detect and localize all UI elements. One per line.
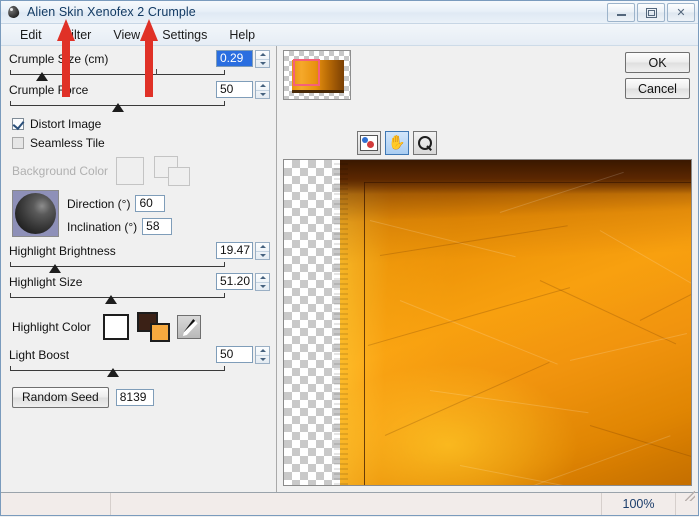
highlight-size-spinner[interactable] (255, 273, 270, 291)
crumple-size-slider[interactable] (10, 67, 225, 81)
highlight-size-input[interactable]: 51.20 (216, 273, 253, 290)
crumple-force-input[interactable]: 50 (216, 81, 253, 98)
crumple-size-spin-up[interactable] (256, 51, 269, 60)
highlight-brightness-slider-thumb[interactable] (49, 264, 62, 273)
app-icon (6, 4, 22, 20)
window-title: Alien Skin Xenofex 2 Crumple (27, 5, 196, 19)
highlight-brightness-input[interactable]: 19.47 (216, 242, 253, 259)
eyedropper-icon[interactable] (176, 315, 201, 339)
navigator-thumbnail[interactable] (283, 50, 351, 100)
light-boost-input[interactable]: 50 (216, 346, 253, 363)
minimize-button[interactable] (607, 3, 635, 22)
control-seamless-tile[interactable]: Seamless Tile (12, 136, 270, 150)
status-bar: 100% (1, 491, 698, 515)
highlight-brightness-spinner[interactable] (255, 242, 270, 260)
crumple-force-slider[interactable] (10, 98, 225, 112)
crumple-size-spin-down[interactable] (256, 60, 269, 68)
status-cell-middle (111, 493, 602, 515)
crumple-force-slider-thumb[interactable] (111, 103, 124, 112)
light-boost-slider[interactable] (10, 363, 225, 377)
seamless-tile-label: Seamless Tile (30, 136, 105, 150)
crumple-size-input[interactable]: 0.29 (216, 50, 253, 67)
light-boost-spin-down[interactable] (256, 356, 269, 364)
distort-image-label: Distort Image (30, 117, 102, 131)
highlight-color-pair-swatch[interactable] (136, 312, 171, 342)
dialog-buttons: OK Cancel (625, 52, 690, 99)
control-highlight-color: Highlight Color (12, 312, 270, 342)
navigator-viewport-rect[interactable] (293, 59, 320, 86)
title-bar: Alien Skin Xenofex 2 Crumple ✕ (1, 1, 698, 24)
menu-item-view[interactable]: View (102, 26, 151, 44)
control-background-color: Background Color (12, 156, 270, 186)
parameters-panel: Crumple Size (cm) 0.29 Crumple Force 50 … (1, 46, 277, 495)
inclination-label: Inclination (°) (67, 219, 138, 234)
highlight-color-orange-swatch[interactable] (149, 323, 170, 342)
control-random-seed: Random Seed 8139 (12, 387, 270, 408)
preview-canvas[interactable] (283, 159, 692, 486)
magnifier-icon[interactable] (413, 131, 437, 155)
crumple-size-spinner[interactable] (255, 50, 270, 68)
menu-item-filter[interactable]: Filter (53, 26, 103, 44)
hand-icon[interactable]: ✋ (385, 131, 409, 155)
control-direction: Direction (°) 60 (67, 195, 172, 212)
highlight-size-spin-up[interactable] (256, 274, 269, 283)
close-button[interactable]: ✕ (667, 3, 695, 22)
light-boost-slider-thumb[interactable] (107, 368, 120, 377)
compare-icon[interactable] (357, 131, 381, 155)
cancel-button[interactable]: Cancel (625, 78, 690, 99)
ok-button[interactable]: OK (625, 52, 690, 73)
crumple-force-spinner[interactable] (255, 81, 270, 99)
light-boost-spin-up[interactable] (256, 347, 269, 356)
highlight-size-spin-down[interactable] (256, 283, 269, 291)
status-cell-left (1, 493, 111, 515)
control-highlight-brightness: Highlight Brightness 19.47 (8, 242, 270, 273)
random-seed-input[interactable]: 8139 (115, 389, 154, 406)
window-buttons: ✕ (607, 3, 695, 22)
direction-input[interactable]: 60 (135, 195, 166, 212)
highlight-size-slider-thumb[interactable] (105, 295, 118, 304)
control-crumple-force: Crumple Force 50 (8, 81, 270, 112)
preview-panel: ✋ OK Cancel (278, 46, 698, 495)
highlight-brightness-slider[interactable] (10, 259, 225, 273)
light-direction-sphere[interactable] (12, 190, 59, 237)
highlight-color-label: Highlight Color (12, 320, 91, 334)
direction-label: Direction (°) (67, 196, 131, 211)
highlight-color-swatch[interactable] (102, 314, 129, 340)
highlight-brightness-spin-down[interactable] (256, 252, 269, 260)
xenofex-crumple-dialog: Alien Skin Xenofex 2 Crumple ✕ Edit Filt… (0, 0, 699, 516)
light-direction-group: Direction (°) 60 Inclination (°) 58 (12, 190, 270, 237)
crumpled-paper-image (334, 160, 691, 485)
control-crumple-size: Crumple Size (cm) 0.29 (8, 50, 270, 81)
background-color-label: Background Color (12, 164, 109, 178)
control-light-boost: Light Boost 50 (8, 346, 270, 377)
restore-button[interactable] (637, 3, 665, 22)
menu-item-settings[interactable]: Settings (151, 26, 218, 44)
crumple-force-spin-up[interactable] (256, 82, 269, 91)
crumple-force-spin-down[interactable] (256, 91, 269, 99)
random-seed-button[interactable]: Random Seed (12, 387, 109, 408)
menu-item-edit[interactable]: Edit (9, 26, 53, 44)
control-inclination: Inclination (°) 58 (67, 218, 173, 235)
background-color-dual-swatch (154, 156, 191, 186)
highlight-brightness-spin-up[interactable] (256, 243, 269, 252)
highlight-size-slider[interactable] (10, 290, 225, 304)
distort-image-checkbox[interactable] (12, 117, 25, 131)
preview-toolbar: ✋ (357, 131, 437, 155)
control-highlight-size: Highlight Size 51.20 (8, 273, 270, 304)
control-distort-image[interactable]: Distort Image (12, 117, 270, 131)
background-color-swatch (116, 157, 145, 185)
menu-item-help[interactable]: Help (218, 26, 266, 44)
crumple-size-slider-thumb[interactable] (36, 72, 49, 81)
menu-bar: Edit Filter View Settings Help (1, 24, 698, 46)
status-zoom-level: 100% (602, 493, 676, 515)
light-boost-spinner[interactable] (255, 346, 270, 364)
inclination-input[interactable]: 58 (142, 218, 173, 235)
seamless-tile-checkbox[interactable] (12, 137, 24, 149)
dialog-body: Crumple Size (cm) 0.29 Crumple Force 50 … (1, 46, 698, 495)
